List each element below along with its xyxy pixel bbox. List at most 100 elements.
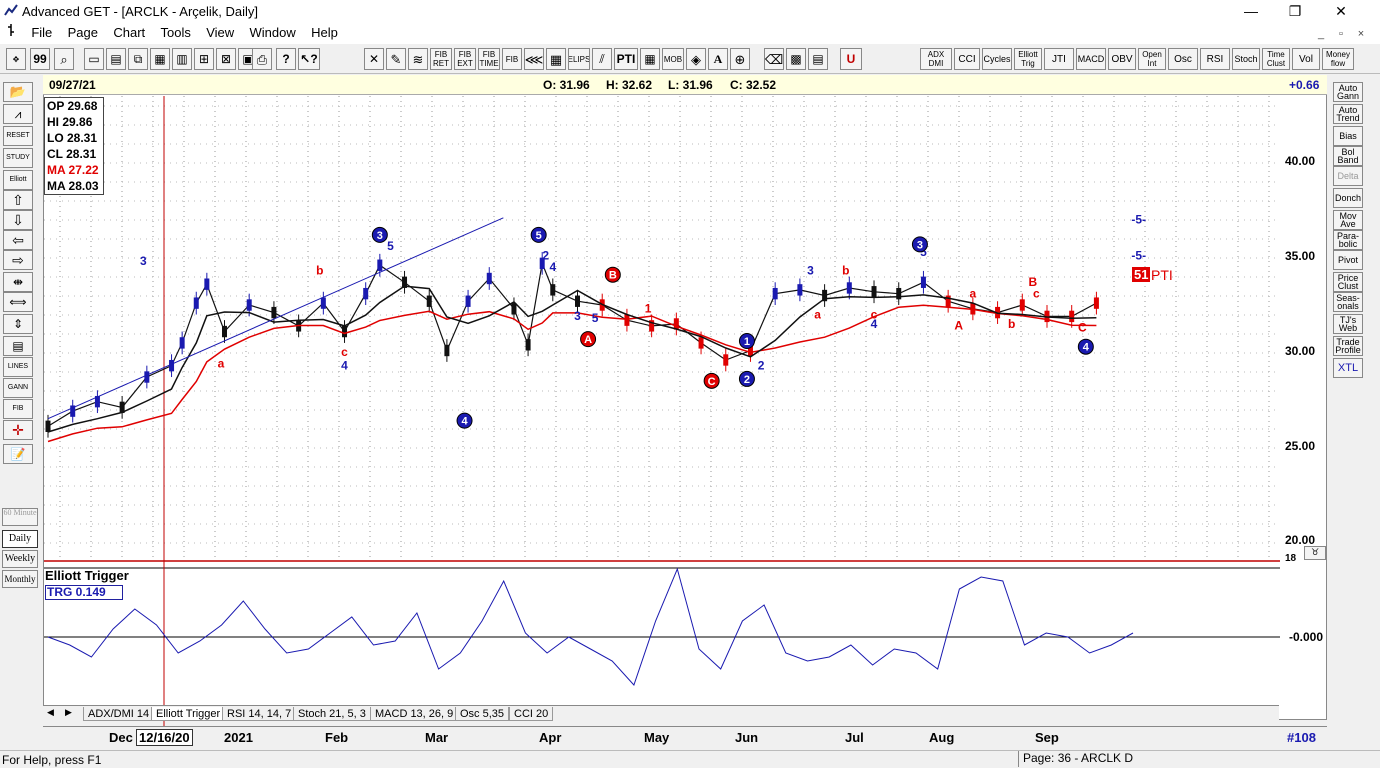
cci-button[interactable]: CCI: [954, 48, 980, 70]
eraser-icon[interactable]: ⌫: [764, 48, 784, 70]
cross-icon[interactable]: ⊠: [216, 48, 236, 70]
mdi-close-button[interactable]: ×: [1352, 26, 1370, 42]
expand-icon[interactable]: ⟺: [3, 292, 33, 312]
obv-button[interactable]: OBV: [1108, 48, 1136, 70]
grid-icon[interactable]: ▦: [150, 48, 170, 70]
mob-button[interactable]: MOB: [662, 48, 684, 70]
menu-page[interactable]: Page: [62, 22, 104, 44]
text-button[interactable]: A: [708, 48, 728, 70]
mov-ave-button[interactable]: Mov Ave: [1333, 210, 1363, 230]
donch-button[interactable]: Donch: [1333, 188, 1363, 208]
tab-macd[interactable]: MACD 13, 26, 9: [370, 707, 459, 721]
zoom-icon[interactable]: ⊕: [730, 48, 750, 70]
channel-icon[interactable]: ≋: [408, 48, 428, 70]
pti-button[interactable]: PTI: [614, 48, 638, 70]
timeframe-daily[interactable]: Daily: [2, 530, 38, 548]
close-button[interactable]: ✕: [1318, 1, 1364, 21]
delete-lines-icon[interactable]: ✕: [364, 48, 384, 70]
zigzag-icon[interactable]: ⩘: [3, 104, 33, 124]
price-clust-button[interactable]: Price Clust: [1333, 272, 1363, 292]
money-flow-button[interactable]: Money flow: [1322, 48, 1354, 70]
fib-button[interactable]: FIB: [3, 399, 33, 419]
cycles-button[interactable]: Cycles: [982, 48, 1012, 70]
tab-osc[interactable]: Osc 5,35: [455, 707, 510, 721]
menu-file[interactable]: File: [25, 22, 58, 44]
pivot-button[interactable]: Pivot: [1333, 250, 1363, 270]
xtl-button[interactable]: XTL: [1333, 358, 1363, 378]
auto-trend-button[interactable]: Auto Trend: [1333, 104, 1363, 124]
quote-icon[interactable]: 99: [30, 48, 50, 70]
print-icon[interactable]: ⎙: [252, 48, 272, 70]
report-icon[interactable]: ▤: [808, 48, 828, 70]
diagonal-lines-icon[interactable]: ⫽: [592, 48, 612, 70]
delta-button[interactable]: Delta: [1333, 166, 1363, 186]
timeframe-60-minute[interactable]: 60 Minute: [2, 508, 38, 526]
tab-scroll-left-icon[interactable]: ◀: [47, 707, 54, 718]
trade-profile-button[interactable]: Trade Profile: [1333, 336, 1363, 356]
arrow-left-icon[interactable]: ⇦: [3, 230, 33, 250]
open-int-button[interactable]: Open Int: [1138, 48, 1166, 70]
tjs-web-button[interactable]: TJ's Web: [1333, 314, 1363, 334]
document-icon[interactable]: [6, 23, 22, 40]
undo-button[interactable]: U: [840, 48, 862, 70]
bar-style-icon[interactable]: ▤: [3, 336, 33, 356]
menu-window[interactable]: Window: [244, 22, 302, 44]
mdi-restore-button[interactable]: ▫: [1332, 26, 1350, 42]
notes-icon[interactable]: 📝: [3, 444, 33, 464]
adx-dmi-button[interactable]: ADX DMI: [920, 48, 952, 70]
fan-icon[interactable]: ⋘: [524, 48, 544, 70]
arrow-down-icon[interactable]: ⇩: [3, 210, 33, 230]
timeframe-weekly[interactable]: Weekly: [2, 550, 38, 568]
tab-adx-dmi[interactable]: ADX/DMI 14: [83, 707, 155, 721]
ellipse-button[interactable]: ELIPS: [568, 48, 590, 70]
reset-button[interactable]: RESET: [3, 126, 33, 146]
compass-icon[interactable]: ◈: [686, 48, 706, 70]
copy-icon[interactable]: ⧉: [128, 48, 148, 70]
time-clust-button[interactable]: Time Clust: [1262, 48, 1290, 70]
lines-button[interactable]: LINES: [3, 357, 33, 377]
crosshair-icon[interactable]: ✛: [3, 420, 33, 440]
pattern-icon[interactable]: ▩: [786, 48, 806, 70]
parabolic-button[interactable]: Para-bolic: [1333, 230, 1363, 250]
price-chart[interactable]: 3abc453 542123ab5c4 AabBcC-5--5-345BAC1234: [44, 96, 1280, 726]
gann-button[interactable]: GANN: [3, 378, 33, 398]
menu-view[interactable]: View: [200, 22, 240, 44]
mdi-minimize-button[interactable]: _: [1312, 26, 1330, 42]
macd-button[interactable]: MACD: [1076, 48, 1106, 70]
study-button[interactable]: STUDY: [3, 148, 33, 168]
maximize-button[interactable]: ❐: [1272, 1, 1318, 21]
compress-icon[interactable]: ⇼: [3, 272, 33, 292]
tab-elliott-trigger[interactable]: Elliott Trigger: [151, 707, 226, 721]
cursor-icon[interactable]: ✥: [6, 48, 26, 70]
magnifier-icon[interactable]: ⌕: [54, 48, 74, 70]
minimize-button[interactable]: —: [1228, 1, 1274, 21]
tab-scroll-right-icon[interactable]: ▶: [65, 707, 72, 718]
arrange-icon[interactable]: ⊞: [194, 48, 214, 70]
new-page-icon[interactable]: ▭: [84, 48, 104, 70]
tab-stoch[interactable]: Stoch 21, 5, 3: [293, 707, 371, 721]
elliott-button[interactable]: Elliott: [3, 170, 33, 190]
fib-circle-button[interactable]: FIB: [502, 48, 522, 70]
tab-cci[interactable]: CCI 20: [509, 707, 554, 721]
bol-band-button[interactable]: Bol Band: [1333, 146, 1363, 166]
rsi-button[interactable]: RSI: [1200, 48, 1230, 70]
open-page-icon[interactable]: ▤: [106, 48, 126, 70]
menu-chart[interactable]: Chart: [107, 22, 151, 44]
chart-icon[interactable]: ▥: [172, 48, 192, 70]
vertical-compress-icon[interactable]: ⇕: [3, 314, 33, 334]
menu-help[interactable]: Help: [305, 22, 344, 44]
elliott-trig-button[interactable]: Elliott Trig: [1014, 48, 1042, 70]
context-help-icon[interactable]: ↖?: [298, 48, 320, 70]
vol-button[interactable]: Vol: [1292, 48, 1320, 70]
timeframe-monthly[interactable]: Monthly: [2, 570, 38, 588]
pencil-icon[interactable]: ✎: [386, 48, 406, 70]
stoch-button[interactable]: Stoch: [1232, 48, 1260, 70]
help-icon[interactable]: ?: [276, 48, 296, 70]
tab-rsi[interactable]: RSI 14, 14, 7: [222, 707, 297, 721]
auto-gann-button[interactable]: Auto Gann: [1333, 82, 1363, 102]
bull-icon[interactable]: ♉: [1304, 546, 1326, 560]
arrow-up-icon[interactable]: ⇧: [3, 190, 33, 210]
square-grid-icon[interactable]: ▦: [546, 48, 566, 70]
fib-ret-button[interactable]: FIB RET: [430, 48, 452, 70]
menu-tools[interactable]: Tools: [155, 22, 197, 44]
